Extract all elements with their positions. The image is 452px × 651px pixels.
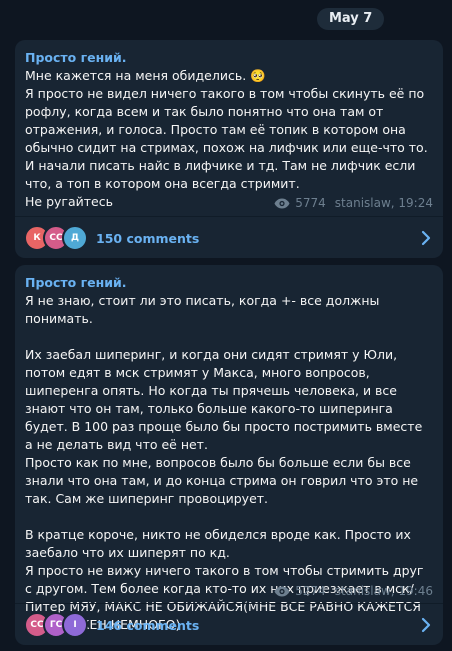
- channel-post: Просто гений. Я не знаю, стоит ли это пи…: [15, 265, 443, 645]
- avatar: I: [62, 612, 88, 638]
- avatar: Д: [62, 225, 88, 251]
- views-eye-icon: [274, 198, 290, 208]
- author-time: stanislaw, 19:46: [334, 584, 433, 598]
- views-eye-icon: [274, 586, 290, 596]
- view-count: 5774: [295, 196, 326, 210]
- post-text: Я не знаю, стоит ли это писать, когда +-…: [25, 293, 424, 632]
- channel-name[interactable]: Просто гений.: [25, 49, 433, 66]
- commenter-avatars: СС ГС I: [24, 612, 88, 638]
- post-meta: 5274 stanislaw, 19:46: [274, 584, 433, 598]
- channel-post: Просто гений. Мне кажется на меня обидел…: [15, 40, 443, 258]
- post-text: Мне кажется на меня обиделись. 🥺 Я прост…: [25, 68, 428, 209]
- channel-name[interactable]: Просто гений.: [25, 274, 433, 291]
- comments-count[interactable]: 150 comments: [96, 231, 199, 246]
- comments-button[interactable]: К СС Д 150 comments: [15, 216, 443, 258]
- comments-count[interactable]: 146 comments: [96, 618, 199, 633]
- post-meta: 5774 stanislaw, 19:24: [274, 196, 433, 210]
- chevron-right-icon: [421, 617, 431, 633]
- view-count: 5274: [295, 584, 326, 598]
- chevron-right-icon: [421, 230, 431, 246]
- commenter-avatars: К СС Д: [24, 225, 88, 251]
- comments-button[interactable]: СС ГС I 146 comments: [15, 603, 443, 645]
- author-time: stanislaw, 19:24: [334, 196, 433, 210]
- date-badge: May 7: [317, 8, 385, 30]
